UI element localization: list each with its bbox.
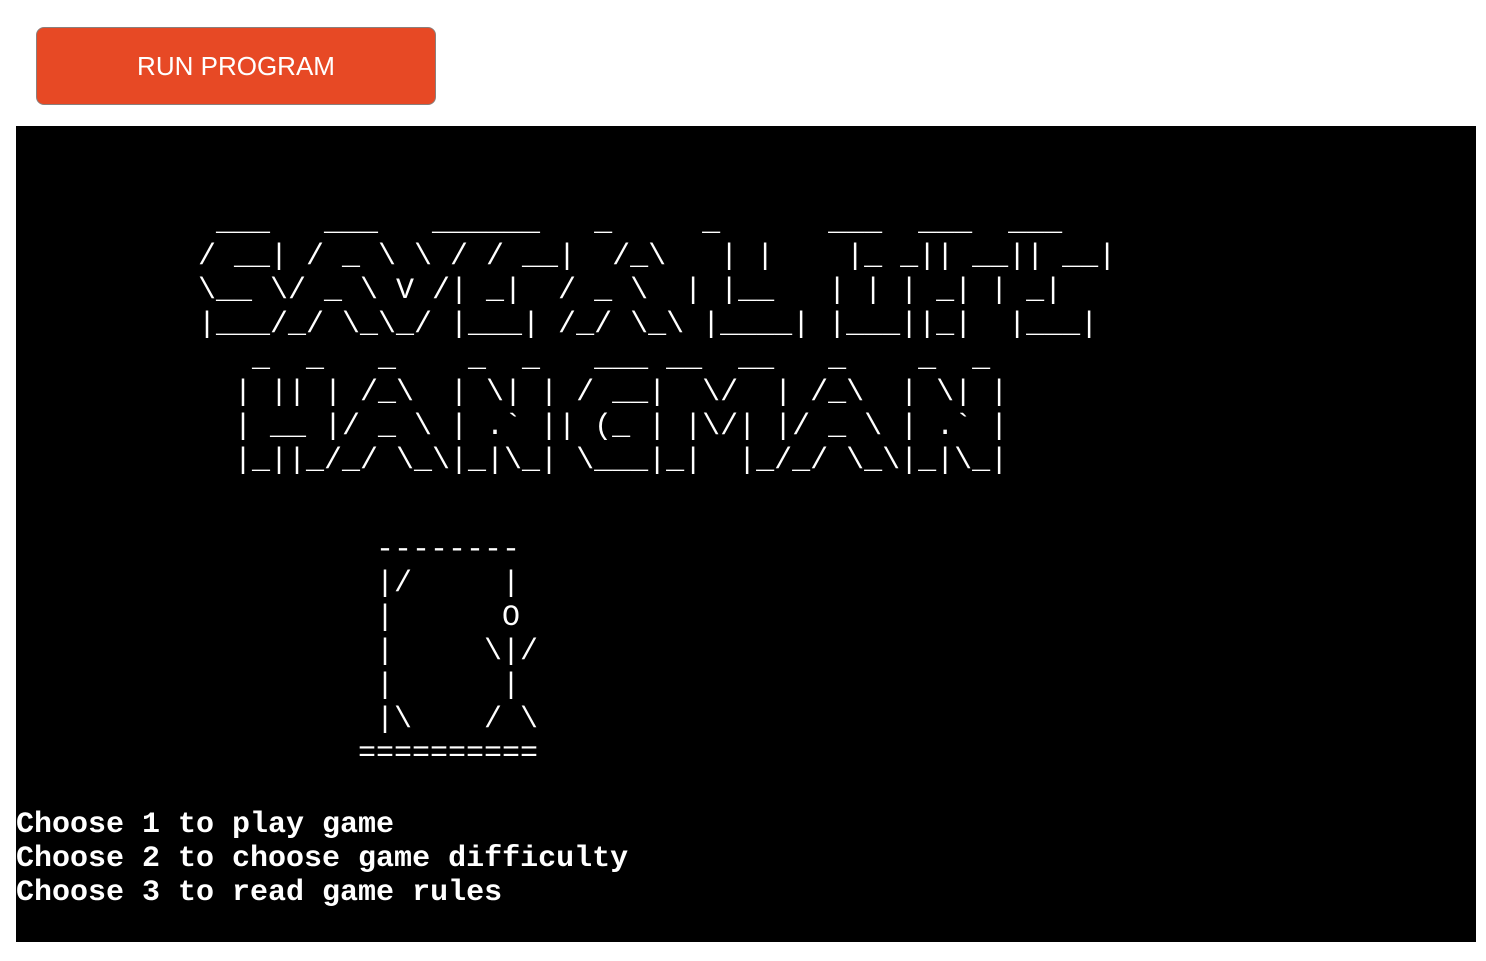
save-a-life-hangman-title-art: ___ ___ ______ _ _ ___ ___ ___ / __| / _…: [198, 206, 1117, 478]
menu-options: Choose 1 to play game Choose 2 to choose…: [16, 808, 628, 910]
menu-option-play: Choose 1 to play game: [16, 808, 395, 842]
hangman-gallows-art: -------- |/ | | O | \|/ | | |\ / \ =====…: [358, 533, 539, 771]
menu-option-difficulty: Choose 2 to choose game difficulty: [16, 842, 629, 876]
menu-option-rules: Choose 3 to read game rules: [16, 876, 503, 910]
run-program-button[interactable]: RUN PROGRAM: [36, 27, 436, 105]
terminal-output[interactable]: ___ ___ ______ _ _ ___ ___ ___ / __| / _…: [16, 126, 1476, 942]
